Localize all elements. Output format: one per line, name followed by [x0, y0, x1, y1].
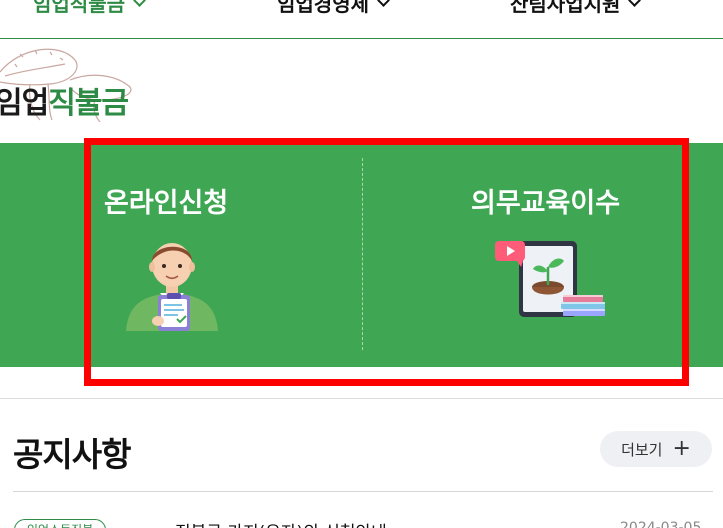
- tablet-with-sprout-and-books-icon: [495, 241, 605, 317]
- chevron-down-icon: [133, 0, 146, 7]
- more-button[interactable]: 더보기 +: [600, 431, 712, 467]
- mandatory-education-card[interactable]: 의무교육이수: [365, 143, 685, 367]
- top-nav: 임업직불금 임업경영체 산림사업지원: [0, 0, 723, 39]
- notice-category-badge: 임업소득직불: [14, 519, 107, 528]
- service-band: 온라인신청 의무교육이수: [0, 143, 723, 367]
- nav-item-forest-project-support[interactable]: 산림사업지원: [510, 0, 642, 17]
- online-apply-card[interactable]: 온라인신청: [90, 143, 362, 367]
- notice-section-title: 공지사항: [13, 435, 131, 474]
- page-title-part1: 임업: [0, 86, 49, 121]
- section-divider: [0, 398, 723, 399]
- notice-list-divider: [13, 491, 713, 492]
- nav-item-label: 산림사업지원: [510, 0, 621, 16]
- nav-item-forestry-management[interactable]: 임업경영체: [277, 0, 390, 17]
- chevron-down-icon: [628, 0, 642, 7]
- card-divider: [362, 158, 363, 350]
- page-title: 임업직불금: [0, 78, 129, 122]
- nav-item-label: 임업직불금: [33, 0, 125, 16]
- notice-row-date: 2024-03-05: [620, 520, 702, 528]
- person-with-clipboard-icon: [126, 243, 218, 331]
- online-apply-title: 온라인신청: [104, 188, 229, 219]
- chevron-down-icon: [377, 0, 390, 7]
- page-title-part2: 직불금: [48, 86, 129, 121]
- nav-item-label: 임업경영체: [277, 0, 369, 16]
- more-button-label: 더보기: [621, 440, 663, 459]
- notice-row-title[interactable]: 직불금 가지(유자)의 신청안내: [175, 518, 387, 528]
- plus-icon: +: [672, 436, 691, 461]
- education-title: 의무교육이수: [471, 188, 621, 219]
- nav-item-forestry-payment[interactable]: 임업직불금: [33, 0, 146, 17]
